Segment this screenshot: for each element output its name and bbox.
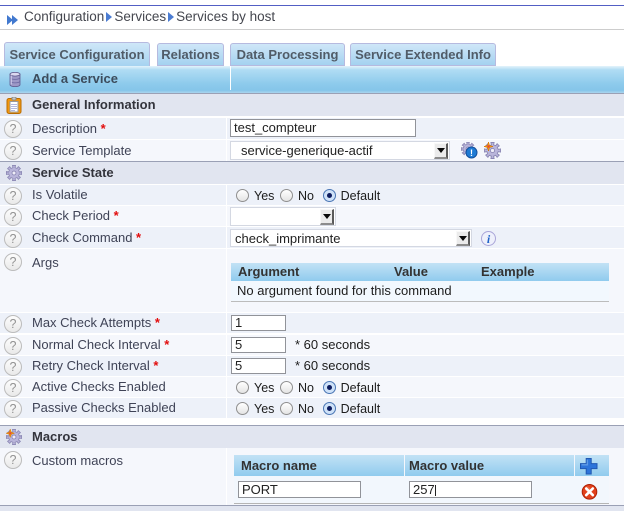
svg-text:!: !: [470, 148, 473, 158]
